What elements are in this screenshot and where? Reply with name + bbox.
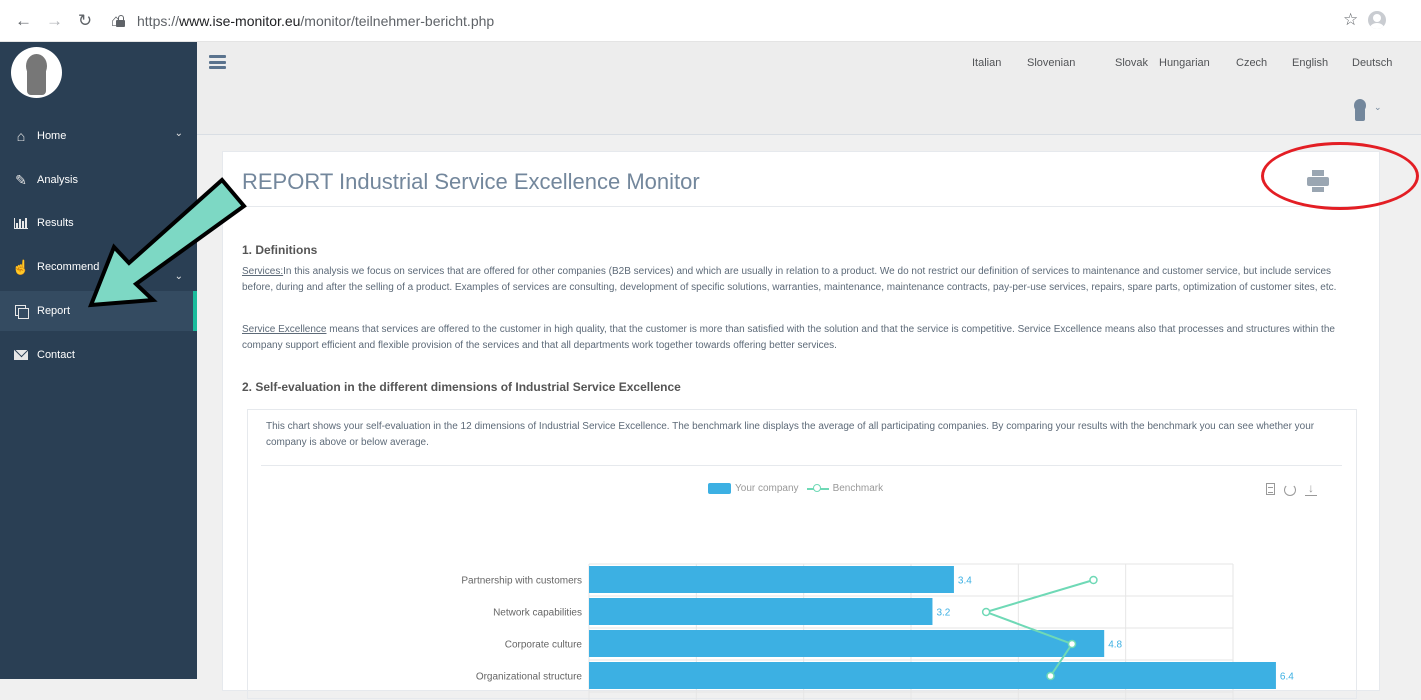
divider (261, 465, 1342, 466)
url-host: www.ise-monitor.eu (179, 13, 301, 29)
bar (589, 598, 933, 625)
reload-icon[interactable]: ↻ (77, 11, 93, 31)
excellence-text: means that services are offered to the c… (242, 324, 1335, 351)
bar-chart-icon (13, 217, 29, 229)
sidebar-item-home[interactable]: ⌂ Home ⌄ (0, 116, 197, 156)
data-label: 3.2 (936, 608, 950, 619)
sidebar: ⌂ Home ⌄ ✎ Analysis Results ☝ Recommend … (0, 42, 197, 679)
back-icon[interactable]: ← (15, 11, 32, 31)
sidebar-item-label: Home (37, 130, 67, 142)
chevron-down-icon[interactable]: ⌄ (1374, 102, 1382, 113)
category-label: Network capabilities (493, 608, 582, 619)
benchmark-point (1046, 671, 1055, 681)
legend-swatch-line (806, 483, 829, 494)
print-icon[interactable] (1307, 170, 1329, 192)
sidebar-item-analysis[interactable]: ✎ Analysis (0, 160, 197, 200)
section-heading-definitions: 1. Definitions (242, 243, 318, 257)
excellence-definition: Service Excellence means that services a… (242, 322, 1362, 354)
sidebar-item-label: Results (37, 217, 74, 229)
url-path: /monitor/teilnehmer-bericht.php (300, 13, 495, 29)
address-bar[interactable]: https://www.ise-monitor.eu/monitor/teiln… (116, 8, 1386, 34)
category-label: Partnership with customers (461, 576, 582, 587)
bar (589, 566, 954, 593)
download-icon[interactable] (1304, 481, 1318, 497)
lang-czech[interactable]: Czech (1236, 57, 1267, 69)
bar (589, 662, 1276, 689)
excellence-term: Service Excellence (242, 324, 327, 335)
edit-icon: ✎ (15, 171, 27, 188)
sidebar-item-label: Recommend (37, 261, 100, 273)
sidebar-item-label: Contact (37, 349, 75, 361)
report-panel: REPORT Industrial Service Excellence Mon… (222, 151, 1380, 700)
chevron-down-icon: ⌄ (174, 128, 183, 139)
url-scheme: https:// (137, 13, 180, 29)
category-label: Organizational structure (476, 672, 583, 683)
copy-icon (13, 304, 29, 319)
legend-label-company: Your company (735, 483, 799, 494)
home-icon: ⌂ (16, 128, 26, 144)
forward-icon[interactable]: → (46, 11, 63, 31)
lang-italian[interactable]: Italian (972, 57, 1001, 69)
bar (589, 630, 1105, 657)
category-label: Corporate culture (505, 640, 583, 651)
lang-slovenian[interactable]: Slovenian (1027, 57, 1075, 69)
browser-profile-icon[interactable] (1368, 11, 1386, 29)
data-label: 6.4 (1280, 672, 1294, 683)
chart-legend[interactable]: Your company Benchmark (708, 483, 883, 494)
chevron-down-icon: ⌄ (174, 271, 183, 282)
lang-deutsch[interactable]: Deutsch (1352, 57, 1392, 69)
top-nav: Italian Slovenian Slovak Hungarian Czech… (197, 42, 1421, 135)
benchmark-point (981, 607, 991, 617)
menu-toggle-icon[interactable] (209, 55, 226, 69)
chart-container: This chart shows your self-evaluation in… (247, 409, 1357, 700)
section-heading-self-evaluation: 2. Self-evaluation in the different dime… (242, 380, 681, 394)
page-title: REPORT Industrial Service Excellence Mon… (242, 169, 700, 194)
sidebar-item-label: Report (37, 305, 71, 317)
data-label: 3.4 (958, 576, 972, 587)
data-label: 4.8 (1108, 640, 1122, 651)
avatar[interactable] (11, 47, 62, 98)
legend-label-benchmark: Benchmark (832, 483, 884, 494)
restore-icon[interactable] (1283, 483, 1297, 497)
services-definition: Services:In this analysis we focus on se… (242, 264, 1362, 296)
services-text: In this analysis we focus on services th… (242, 266, 1337, 293)
lock-icon (116, 15, 125, 27)
lang-hungarian[interactable]: Hungarian (1159, 57, 1210, 69)
services-term: Services: (242, 266, 284, 277)
hand-point-icon: ☝ (12, 258, 30, 275)
envelope-icon (13, 350, 29, 360)
data-view-icon[interactable] (1264, 483, 1278, 497)
bookmark-star-icon[interactable]: ☆ (1343, 10, 1358, 30)
user-menu-icon[interactable] (1351, 99, 1369, 121)
sidebar-item-recommend[interactable]: ☝ Recommend ⌄ (0, 247, 197, 287)
chart-description: This chart shows your self-evaluation in… (266, 421, 1315, 448)
lang-english[interactable]: English (1292, 57, 1328, 69)
lang-slovak[interactable]: Slovak (1115, 57, 1148, 69)
sidebar-item-label: Analysis (37, 174, 78, 186)
bar-chart: Partnership with customers 3.4 Network cap… (461, 563, 1294, 700)
benchmark-point (1067, 639, 1077, 649)
legend-swatch-bar (708, 483, 731, 494)
sidebar-item-results[interactable]: Results (0, 203, 197, 243)
sidebar-item-report[interactable]: Report (0, 291, 197, 331)
browser-toolbar: ← → ↻ ⌂ https://www.ise-monitor.eu/monit… (0, 0, 1421, 42)
sidebar-item-contact[interactable]: Contact (0, 335, 197, 375)
benchmark-point (1089, 575, 1098, 585)
divider (240, 206, 1364, 207)
